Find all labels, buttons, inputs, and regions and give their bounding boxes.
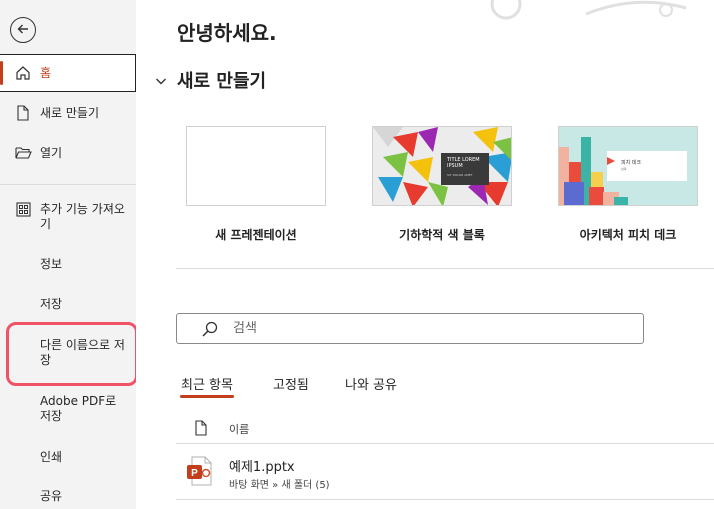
sidebar-item-info[interactable]: 정보 xyxy=(0,257,136,275)
file-path: 바탕 화면 » 새 폴더 (5) xyxy=(229,480,330,491)
sidebar-item-addins[interactable]: 추가 기능 가져오기 xyxy=(0,200,136,234)
sidebar-item-label: 열기 xyxy=(40,146,63,160)
sidebar-item-home[interactable]: 홈 xyxy=(0,54,136,92)
tab-recent[interactable]: 최근 항목 xyxy=(180,374,234,398)
sidebar-item-label: 홈 xyxy=(40,66,52,80)
thumbnail-title: 피치 데크 xyxy=(621,160,641,166)
search-box[interactable] xyxy=(176,313,644,344)
addins-grid-icon xyxy=(14,200,32,218)
svg-text:P: P xyxy=(191,468,198,479)
search-input[interactable] xyxy=(233,321,633,336)
folder-open-icon xyxy=(14,144,32,162)
backstage-sidebar: 홈 새로 만들기 열기 추가 기능 가져오기 정보 저장 다른 이름으로 저장 … xyxy=(0,0,138,509)
thumbnail-subtitle: SIT DOLOR AMET xyxy=(447,173,473,177)
saveas-highlight-annotation xyxy=(6,322,138,386)
greeting-title: 안녕하세요. xyxy=(177,21,277,45)
template-thumbnail: 피치 데크 날짜 xyxy=(558,126,698,206)
home-icon xyxy=(14,64,32,82)
sidebar-item-label: 저장 xyxy=(40,297,63,311)
sidebar-item-label: 추가 기능 가져오기 xyxy=(40,202,125,231)
template-thumbnail: TITLE LOREM IPSUM SIT DOLOR AMET xyxy=(372,126,512,206)
template-geometric-color-block[interactable]: TITLE LOREM IPSUM SIT DOLOR AMET 기하학적 색 … xyxy=(362,126,522,243)
template-name: 새 프레젠테이션 xyxy=(215,228,297,242)
column-header-name[interactable]: 이름 xyxy=(229,421,249,437)
chevron-down-icon xyxy=(154,73,168,87)
new-section-title: 새로 만들기 xyxy=(177,71,267,92)
file-list-item[interactable]: P 예제1.pptx 바탕 화면 » 새 폴더 (5) xyxy=(176,448,714,500)
thumbnail-title: TITLE LOREM IPSUM xyxy=(447,157,480,169)
file-list-header: 이름 xyxy=(176,414,714,444)
back-button[interactable] xyxy=(10,17,36,43)
sidebar-item-label: Adobe PDF로 저장 xyxy=(40,394,117,423)
template-thumbnail xyxy=(186,126,326,206)
sidebar-item-label: 정보 xyxy=(40,257,63,271)
template-blank-presentation[interactable]: 새 프레젠테이션 xyxy=(176,126,336,243)
sidebar-item-print[interactable]: 인쇄 xyxy=(0,450,136,468)
sidebar-item-new[interactable]: 새로 만들기 xyxy=(0,104,136,124)
file-type-icon xyxy=(194,420,208,436)
sidebar-item-save[interactable]: 저장 xyxy=(0,297,136,315)
template-name: 아키텍처 피치 데크 xyxy=(579,228,677,242)
sidebar-item-label: 새로 만들기 xyxy=(40,106,100,120)
new-document-icon xyxy=(14,104,32,122)
thumbnail-subtitle: 날짜 xyxy=(621,167,627,171)
tab-pinned[interactable]: 고정됨 xyxy=(273,374,309,393)
sidebar-item-label: 인쇄 xyxy=(40,450,63,464)
sidebar-item-open[interactable]: 열기 xyxy=(0,144,136,164)
template-name: 기하학적 색 블록 xyxy=(399,228,485,242)
background-decoration xyxy=(490,0,687,20)
backstage-main: 안녕하세요. 새로 만들기 새 프레젠테이션 TITLE LOREM IPSUM… xyxy=(136,0,714,509)
sidebar-item-label: 공유 xyxy=(40,489,63,503)
sidebar-item-adobe-pdf[interactable]: Adobe PDF로 저장 xyxy=(0,394,136,428)
template-architecture-pitch-deck[interactable]: 피치 데크 날짜 아키텍처 피치 데크 xyxy=(548,126,708,243)
sidebar-item-share[interactable]: 공유 xyxy=(0,489,136,507)
powerpoint-file-icon: P xyxy=(186,456,212,486)
sidebar-divider xyxy=(0,184,136,185)
search-icon xyxy=(201,320,219,338)
file-name: 예제1.pptx xyxy=(229,460,295,475)
arrow-left-icon xyxy=(16,21,30,40)
section-divider xyxy=(176,268,714,269)
tab-shared-with-me[interactable]: 나와 공유 xyxy=(345,374,397,393)
new-section-toggle[interactable]: 새로 만들기 xyxy=(154,67,266,93)
